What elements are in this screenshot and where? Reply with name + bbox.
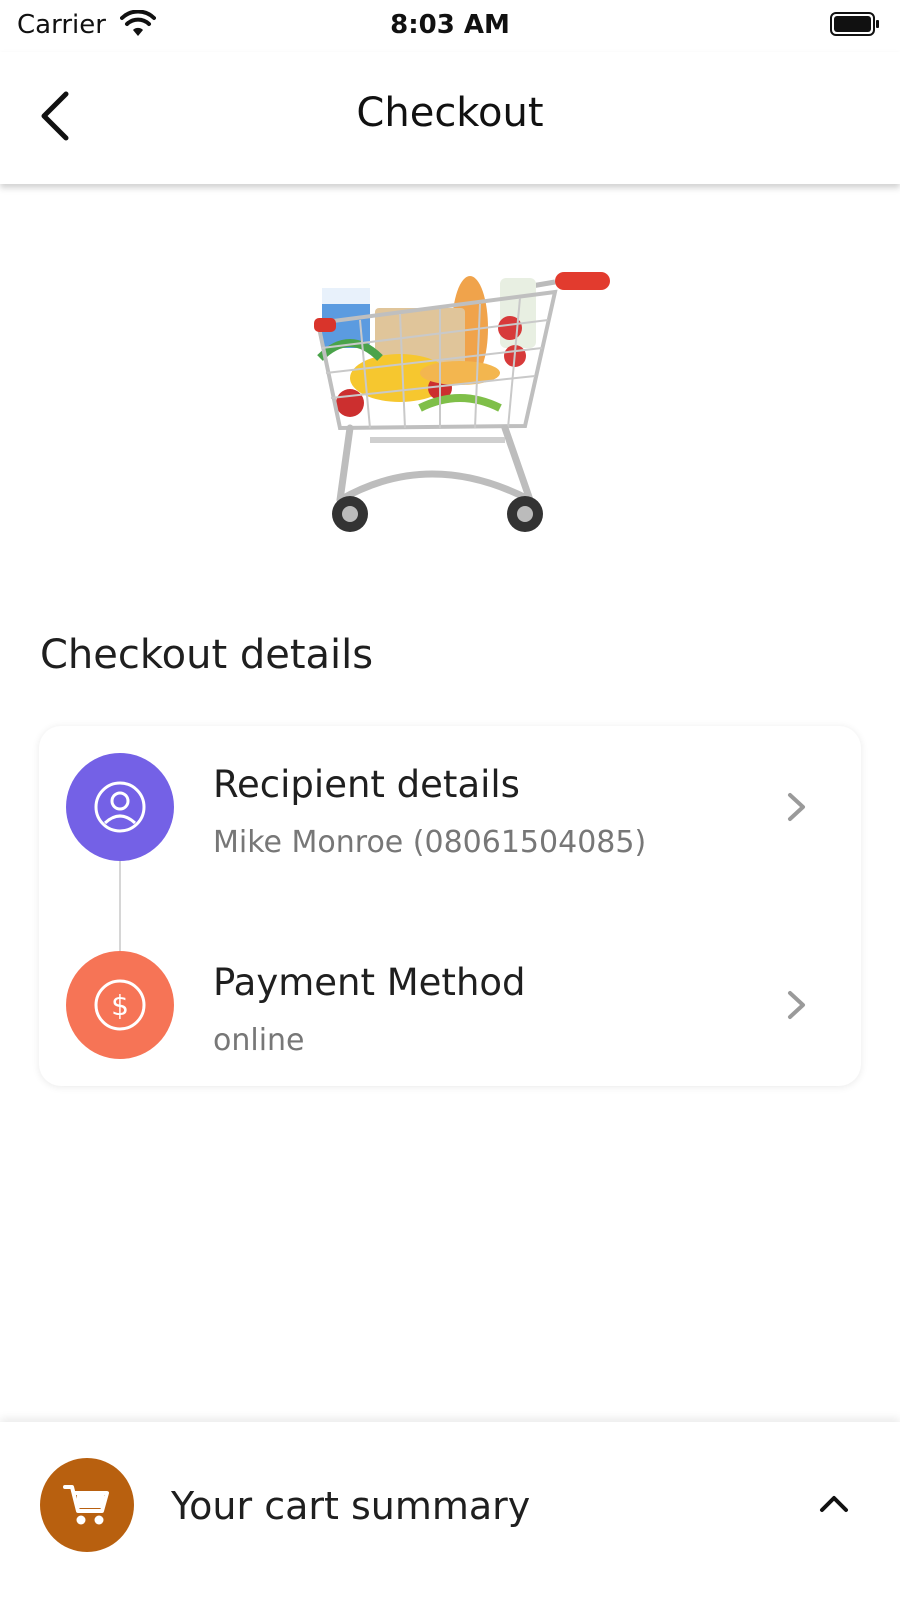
navigation-bar: Checkout — [0, 52, 900, 184]
clock: 8:03 AM — [390, 10, 510, 40]
cart-summary-label: Your cart summary — [171, 1484, 531, 1528]
checkout-details-card: Recipient details Mike Monroe (080615040… — [39, 726, 861, 1086]
page-title: Checkout — [356, 90, 544, 136]
dollar-icon: $ — [94, 979, 146, 1031]
user-icon — [94, 781, 146, 833]
cart-summary-bar[interactable]: Your cart summary — [0, 1422, 900, 1598]
cart-icon-circle — [40, 1458, 134, 1552]
battery-icon — [830, 12, 879, 36]
recipient-details-title: Recipient details — [213, 763, 520, 806]
recipient-icon-circle — [66, 753, 174, 861]
recipient-details-row[interactable]: Recipient details Mike Monroe (080615040… — [39, 753, 861, 873]
payment-icon-circle: $ — [66, 951, 174, 1059]
chevron-right-icon — [788, 793, 805, 821]
checkout-details-heading: Checkout details — [40, 632, 374, 678]
checkout-screen: Carrier 8:03 AM Checkout Checkout detail… — [0, 0, 900, 1598]
shopping-cart-illustration — [314, 272, 610, 532]
svg-text:$: $ — [111, 989, 129, 1022]
payment-method-title: Payment Method — [213, 961, 526, 1004]
status-bar: Carrier 8:03 AM — [0, 0, 900, 52]
chevron-up-icon[interactable] — [818, 1492, 850, 1516]
cart-icon — [63, 1485, 109, 1525]
chevron-right-icon — [788, 991, 805, 1019]
recipient-details-value: Mike Monroe (08061504085) — [213, 825, 647, 860]
payment-method-row[interactable]: $ Payment Method online — [39, 951, 861, 1071]
payment-method-value: online — [213, 1023, 305, 1058]
